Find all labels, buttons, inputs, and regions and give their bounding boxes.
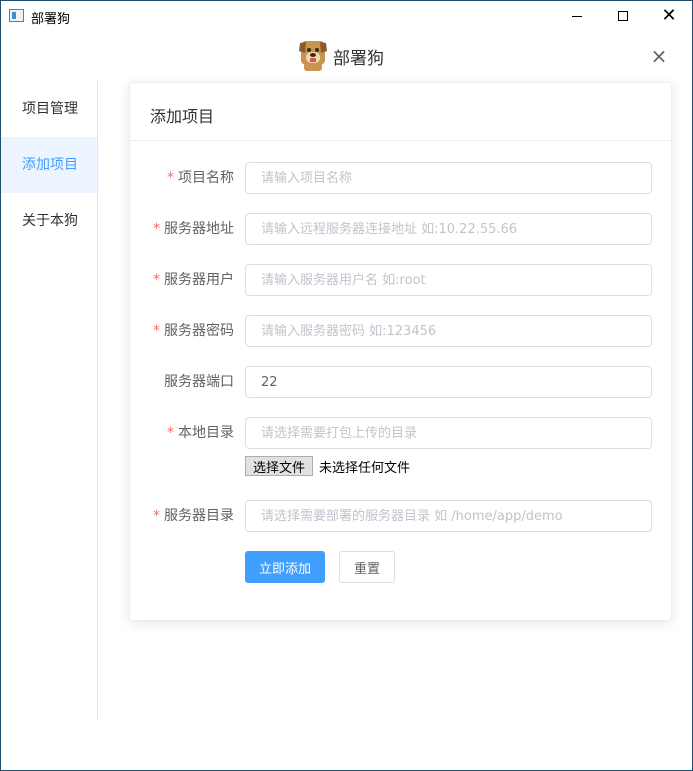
maximize-icon xyxy=(618,11,628,21)
add-project-card: 添加项目 *项目名称 *服务器地址 *服务器用户 *服务器密码 服务器端口 *本… xyxy=(129,82,672,621)
card-title: 添加项目 xyxy=(130,83,671,141)
dog-logo-icon xyxy=(299,41,327,71)
sidebar-menu: 项目管理 添加项目 关于本狗 xyxy=(1,81,98,721)
window-title: 部署狗 xyxy=(31,12,71,27)
form-row-server-user: * 服务器用户 xyxy=(130,264,673,296)
required-mark: * xyxy=(167,425,174,441)
project-name-label: * 项目名称 xyxy=(167,170,234,186)
server-password-label: * 服务器密码 xyxy=(153,323,234,339)
form-row-server-password: * 服务器密码 xyxy=(130,315,673,347)
maximize-button[interactable] xyxy=(600,1,646,31)
server-dir-label: * 服务器目录 xyxy=(153,508,234,524)
window-titlebar[interactable]: 部署狗 ✕ xyxy=(1,1,692,31)
form-row-server-dir: * 服务器目录 xyxy=(130,500,673,532)
app-logo: 部署狗 xyxy=(298,40,384,72)
form-row-server-port: 服务器端口 xyxy=(130,366,673,398)
reset-button[interactable]: 重置 xyxy=(339,551,395,583)
sidebar-item-add-project[interactable]: 添加项目 xyxy=(1,137,97,193)
header-close-icon[interactable]: × xyxy=(649,46,669,66)
minimize-button[interactable] xyxy=(554,1,600,31)
submit-add-button[interactable]: 立即添加 xyxy=(245,551,325,583)
required-mark: * xyxy=(153,221,160,237)
form-row-server-address: * 服务器地址 xyxy=(130,213,673,245)
server-user-input[interactable] xyxy=(245,264,652,296)
sidebar-item-about[interactable]: 关于本狗 xyxy=(1,193,97,249)
file-status-text: 未选择任何文件 xyxy=(319,460,411,476)
server-dir-input[interactable] xyxy=(245,500,652,532)
server-password-input[interactable] xyxy=(245,315,652,347)
app-window: 部署狗 ✕ 部署狗 × 项目管理 添加项目 关于本狗 添加项目 * 项目名称 请… xyxy=(0,0,693,771)
server-address-input[interactable] xyxy=(245,213,652,245)
window-close-button[interactable]: ✕ xyxy=(646,1,692,31)
app-header: 部署狗 × xyxy=(1,31,692,81)
close-icon: ✕ xyxy=(661,5,677,26)
app-title: 部署狗 xyxy=(333,48,384,69)
form-row-local-dir: * 本地目录 xyxy=(130,417,673,449)
server-port-input[interactable] xyxy=(245,366,652,398)
app-window-icon xyxy=(9,9,24,22)
form-row-project-name: * 项目名称 xyxy=(130,162,673,194)
server-address-label: * 服务器地址 xyxy=(153,221,234,237)
minimize-icon xyxy=(572,15,582,17)
choose-file-button[interactable]: 选择文件 xyxy=(245,456,314,476)
project-name-input[interactable] xyxy=(245,162,652,194)
required-mark: * xyxy=(167,170,174,186)
file-picker: 选择文件 未选择任何文件 xyxy=(245,455,545,477)
required-mark: * xyxy=(153,508,160,524)
local-dir-label: * 本地目录 xyxy=(167,425,234,441)
required-mark: * xyxy=(153,272,160,288)
server-user-label: * 服务器用户 xyxy=(153,272,234,288)
local-dir-input[interactable] xyxy=(245,417,652,449)
server-port-label: 服务器端口 xyxy=(164,374,234,390)
required-mark: * xyxy=(153,323,160,339)
sidebar-item-project-management[interactable]: 项目管理 xyxy=(1,81,97,137)
